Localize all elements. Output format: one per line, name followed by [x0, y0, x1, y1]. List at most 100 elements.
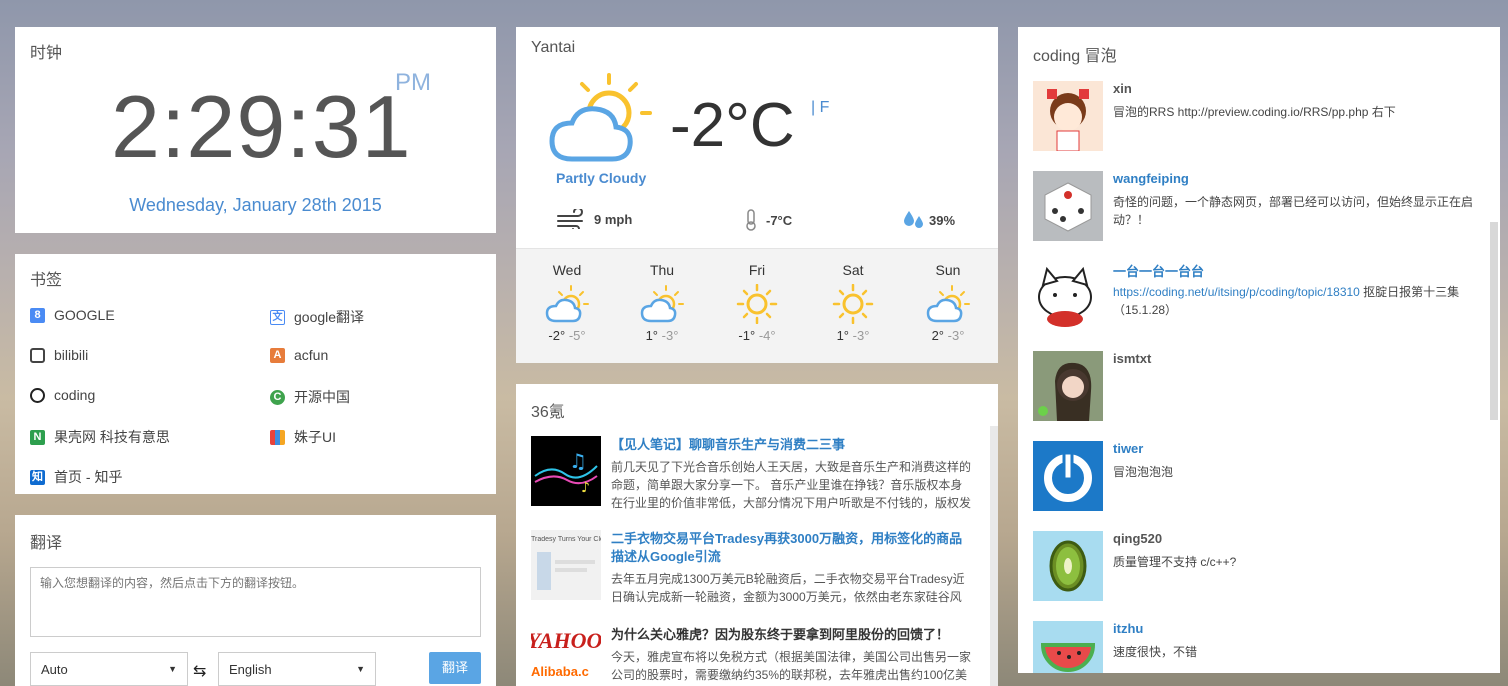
clock-time: 2:29:31 — [111, 77, 412, 176]
partly-cloudy-icon — [614, 284, 710, 324]
dropdown-arrow-icon: ▼ — [168, 664, 177, 674]
forecast-low: -3° — [947, 328, 965, 343]
thermometer-icon — [746, 209, 756, 231]
bookmark-guokr[interactable]: N 果壳网 科技有意思 — [30, 427, 170, 447]
translate-input[interactable] — [30, 567, 481, 637]
forecast-low: -3° — [852, 328, 870, 343]
bubble-username[interactable]: 一台一台一台台 — [1113, 261, 1204, 280]
translate-widget: 翻译 Auto ▼ ⇆ English ▼ 翻译 — [15, 515, 496, 686]
bubble-text: 冒泡泡泡泡 — [1113, 465, 1174, 479]
forecast-low: -3° — [661, 328, 679, 343]
news-summary: 去年五月完成1300万美元B轮融资后，二手衣物交易平台Tradesy近日确认完成… — [611, 572, 965, 604]
forecast-day-name: Fri — [748, 262, 766, 278]
google-translate-icon: 文 — [270, 309, 285, 325]
bookmark-acfun[interactable]: A acfun — [270, 347, 328, 363]
bookmark-bilibili[interactable]: bilibili — [30, 347, 88, 363]
translate-button[interactable]: 翻译 — [429, 652, 481, 684]
bookmark-shuzi-ui[interactable]: 姝子UI — [270, 427, 336, 447]
bubble-text: https://coding.net/u/itsing/p/coding/top… — [1113, 283, 1483, 319]
bubble-username[interactable]: qing520 — [1113, 531, 1162, 546]
bookmark-label: 开源中国 — [294, 389, 350, 405]
news-summary: 今天，雅虎宣布将以免税方式（根据美国法律，美国公司出售另一家公司的股票时，需要缴… — [611, 650, 972, 682]
news-scrollbar[interactable] — [990, 426, 998, 686]
forecast-high: 1° — [645, 328, 659, 343]
avatar[interactable] — [1033, 81, 1103, 151]
bookmark-google-translate[interactable]: 文 google翻译 — [270, 307, 364, 327]
bookmark-oschina[interactable]: C 开源中国 — [270, 387, 350, 407]
bookmarks-widget: 书签 8 GOOGLE 文 google翻译 bilibili A acfun … — [15, 254, 496, 494]
source-language-select[interactable]: Auto ▼ — [30, 652, 188, 686]
bookmark-label: acfun — [294, 347, 329, 363]
forecast-day: Fri -1° -4° — [709, 249, 805, 343]
avatar[interactable] — [1033, 621, 1103, 673]
target-language-select[interactable]: English ▼ — [218, 652, 376, 686]
weather-widget: Yantai -2°C | F Partly Cloudy 9 mph -7°C — [516, 27, 998, 363]
news-headline[interactable]: 【见人笔记】聊聊音乐生产与消费二三事 — [611, 436, 971, 454]
svg-text:♫: ♫ — [569, 449, 587, 473]
translate-title: 翻译 — [30, 535, 63, 552]
svg-text:♪: ♪ — [581, 480, 590, 496]
forecast-high: -1° — [738, 328, 756, 343]
bookmark-label: google翻译 — [294, 309, 365, 325]
bubble-username[interactable]: tiwer — [1113, 441, 1143, 456]
current-temperature: -2°C — [670, 91, 795, 160]
forecast-day: Sun 2° -3° — [900, 249, 996, 343]
shuzi-ui-icon — [270, 429, 285, 445]
avatar[interactable] — [1033, 261, 1103, 331]
bookmark-zhihu[interactable]: 知 首页 - 知乎 — [30, 467, 122, 487]
clock-date: Wednesday, January 28th 2015 — [129, 195, 382, 215]
swap-languages-icon[interactable]: ⇆ — [193, 661, 206, 681]
guokr-icon: N — [30, 429, 45, 445]
partly-cloudy-icon — [900, 284, 996, 324]
forecast-day: Wed -2° -5° — [519, 249, 615, 343]
forecast-day-name: Sat — [842, 262, 864, 278]
news-thumbnail: Tradesy Turns Your Closet in — [531, 530, 601, 600]
wind-speed: 9 mph — [594, 211, 633, 227]
forecast-day: Thu 1° -3° — [614, 249, 710, 343]
news-headline[interactable]: 二手衣物交易平台Tradesy再获3000万融资，用标签化的商品描述从Googl… — [611, 530, 971, 566]
forecast-strip: Wed -2° -5° Thu 1° -3° Fri -1° -4° Sat 1… — [516, 248, 998, 363]
page-scrollbar[interactable] — [1490, 222, 1498, 420]
bubble-link[interactable]: https://coding.net/u/itsing/p/coding/top… — [1113, 285, 1360, 299]
avatar[interactable] — [1033, 351, 1103, 421]
forecast-low: -5° — [568, 328, 586, 343]
avatar[interactable] — [1033, 171, 1103, 241]
google-icon: 8 — [30, 307, 45, 323]
forecast-day-name: Sun — [935, 262, 961, 278]
bookmark-label: 果壳网 科技有意思 — [54, 429, 170, 445]
unit-toggle[interactable]: | F — [811, 99, 829, 117]
avatar[interactable] — [1033, 531, 1103, 601]
news-title: 36氪 — [531, 404, 565, 421]
bookmark-label: bilibili — [54, 347, 89, 363]
forecast-day-name: Thu — [649, 262, 675, 278]
news-headline[interactable]: 为什么关心雅虎？因为股东终于要拿到阿里股份的回馈了！ — [611, 626, 971, 644]
news-thumbnail: ♫ ♪ — [531, 436, 601, 506]
forecast-day-name: Wed — [552, 262, 582, 278]
bubble-username[interactable]: wangfeiping — [1113, 171, 1189, 186]
partly-cloudy-icon — [549, 73, 652, 162]
bubble-username[interactable]: ismtxt — [1113, 351, 1151, 366]
humidity-value: 39% — [929, 212, 956, 228]
bookmark-label: 首页 - 知乎 — [54, 469, 123, 485]
clock-widget: 时钟 2:29:31 PM Wednesday, January 28th 20… — [15, 27, 496, 233]
bookmarks-title: 书签 — [30, 272, 63, 289]
humidity-stat: 39% — [903, 209, 955, 231]
news-thumbnail: YAHOO Alibaba.c — [531, 626, 601, 686]
dropdown-arrow-icon: ▼ — [356, 664, 365, 674]
bubble-username[interactable]: xin — [1113, 81, 1132, 96]
avatar[interactable] — [1033, 441, 1103, 511]
bubble-text: 奇怪的问题，一个静态网页，部署已经可以访问，但始终显示正在启动？！ — [1113, 195, 1474, 227]
forecast-high: 1° — [836, 328, 850, 343]
sunny-icon — [805, 283, 901, 325]
forecast-low: -4° — [758, 328, 776, 343]
feels-like-temperature: -7°C — [766, 212, 793, 228]
clock-title: 时钟 — [30, 45, 63, 62]
feels-like-stat: -7°C — [744, 209, 792, 231]
bubble-username[interactable]: itzhu — [1113, 621, 1143, 636]
bookmark-google[interactable]: 8 GOOGLE — [30, 307, 115, 323]
bookmark-label: 姝子UI — [294, 429, 336, 445]
partly-cloudy-icon — [519, 284, 615, 324]
weather-city: Yantai — [531, 39, 576, 56]
forecast-high: 2° — [931, 328, 945, 343]
bookmark-coding[interactable]: coding — [30, 387, 95, 403]
